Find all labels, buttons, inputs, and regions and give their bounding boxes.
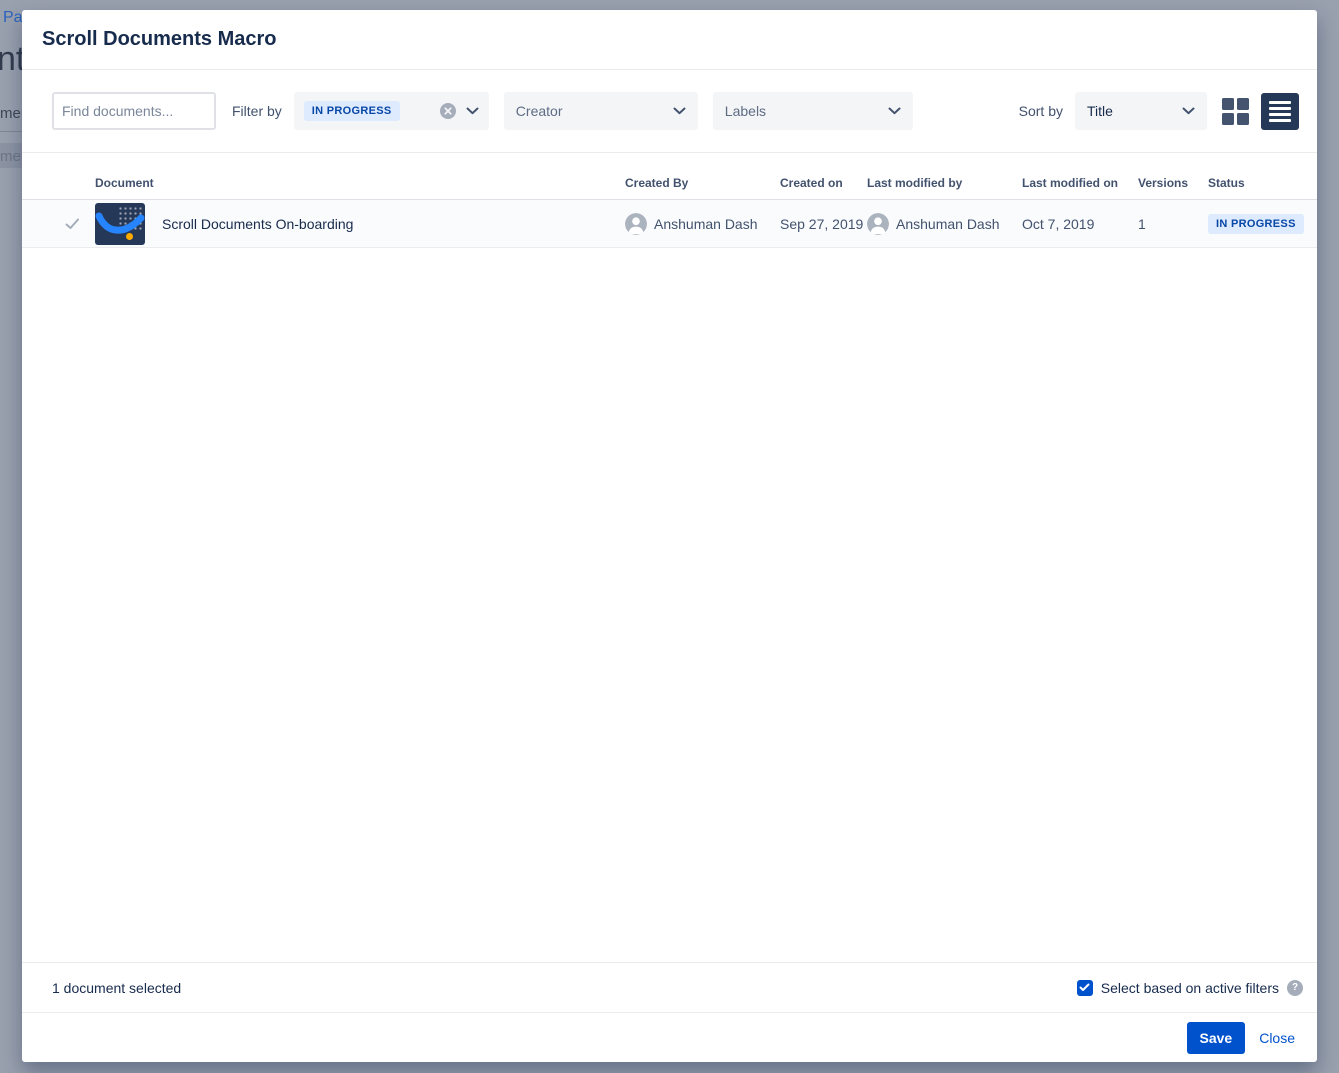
last-modified-on-date: Oct 7, 2019 [1022, 216, 1138, 232]
dialog-actions-footer: Save Close [22, 1012, 1317, 1062]
chevron-down-icon [1182, 107, 1195, 115]
created-on-date: Sep 27, 2019 [780, 216, 867, 232]
screen: Pag nt mer mer Scroll Documents Macro Fi… [0, 0, 1339, 1073]
column-header-status: Status [1208, 176, 1317, 199]
chevron-down-icon [673, 107, 686, 115]
search-input[interactable] [52, 92, 216, 130]
clear-filter-icon[interactable] [440, 103, 456, 119]
avatar [625, 213, 647, 235]
creator-filter-label: Creator [516, 103, 663, 119]
grid-view-button[interactable] [1221, 97, 1249, 125]
selection-summary: 1 document selected [52, 980, 181, 996]
column-header-versions: Versions [1138, 176, 1208, 199]
labels-filter-label: Labels [725, 103, 878, 119]
column-header-created-by: Created By [625, 176, 780, 199]
status-filter-chip: IN PROGRESS [304, 101, 400, 121]
list-view-icon [1269, 99, 1291, 123]
created-by-name: Anshuman Dash [654, 216, 758, 232]
help-icon[interactable]: ? [1287, 980, 1303, 996]
chevron-down-icon [466, 107, 479, 115]
versions-count: 1 [1138, 216, 1208, 232]
column-header-last-modified-on: Last modified on [1022, 176, 1138, 199]
creator-filter-dropdown[interactable]: Creator [504, 92, 698, 130]
last-modified-by-name: Anshuman Dash [896, 216, 1000, 232]
status-badge: IN PROGRESS [1208, 214, 1304, 234]
scroll-documents-macro-dialog: Scroll Documents Macro Filter by IN PROG… [22, 10, 1317, 1062]
selected-check-icon [65, 218, 80, 230]
document-thumbnail [95, 203, 145, 245]
dialog-title: Scroll Documents Macro [42, 28, 277, 51]
active-filters-checkbox[interactable] [1077, 980, 1093, 996]
filter-toolbar: Filter by IN PROGRESS Creator [22, 70, 1317, 153]
status-filter-dropdown[interactable]: IN PROGRESS [294, 92, 489, 130]
sort-value: Title [1087, 103, 1172, 119]
column-header-created-on: Created on [780, 176, 867, 199]
background-divider [0, 131, 22, 132]
column-header-last-modified-by: Last modified by [867, 176, 1022, 199]
dialog-header: Scroll Documents Macro [22, 10, 1317, 70]
save-button[interactable]: Save [1187, 1022, 1246, 1054]
avatar [867, 213, 889, 235]
close-button[interactable]: Close [1259, 1030, 1295, 1046]
filter-by-label: Filter by [232, 103, 282, 119]
sort-by-label: Sort by [1019, 103, 1063, 119]
thumbnail-accent-dot [126, 233, 133, 240]
list-view-button[interactable] [1261, 93, 1299, 130]
document-title: Scroll Documents On-boarding [162, 216, 353, 232]
labels-filter-dropdown[interactable]: Labels [713, 92, 913, 130]
table-header-row: Document Created By Created on Last modi… [22, 153, 1317, 200]
chevron-down-icon [888, 107, 901, 115]
grid-view-icon [1222, 98, 1249, 125]
active-filters-checkbox-label: Select based on active filters [1101, 980, 1279, 996]
table-row[interactable]: Scroll Documents On-boarding Anshuman Da… [22, 200, 1317, 248]
documents-table: Document Created By Created on Last modi… [22, 153, 1317, 248]
column-header-document: Document [95, 176, 625, 199]
selection-footer: 1 document selected Select based on acti… [22, 962, 1317, 1012]
sort-dropdown[interactable]: Title [1075, 92, 1207, 130]
